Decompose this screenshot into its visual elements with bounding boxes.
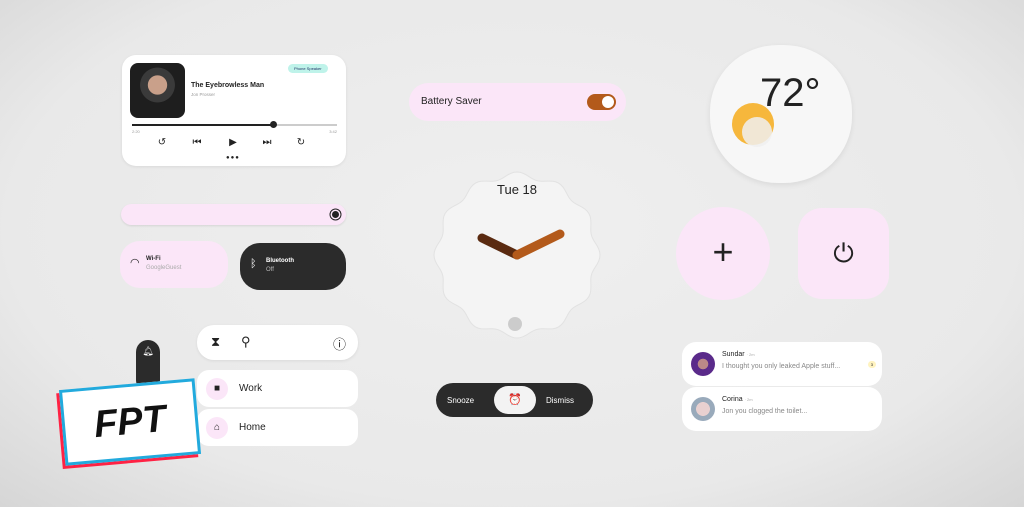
avatar — [691, 352, 715, 376]
power-icon: ⏻ — [833, 238, 854, 268]
briefcase-icon: ■ — [206, 378, 228, 400]
output-device-chip[interactable]: Phone Speaker — [288, 64, 328, 73]
seek-progress — [132, 124, 274, 126]
notification-message: Jon you clogged the toilet... — [722, 408, 808, 415]
shortcut-label: Home — [239, 422, 266, 433]
add-button[interactable]: + — [676, 207, 770, 300]
duration: 3:42 — [329, 129, 337, 134]
info-icon[interactable]: ⓘ — [333, 334, 346, 353]
replay-icon[interactable]: ↺ — [155, 137, 169, 148]
forward-icon[interactable]: ↻ — [294, 137, 308, 148]
elapsed-time: 2:20 — [132, 129, 140, 134]
temperature: 72° — [760, 71, 821, 115]
skip-next-icon[interactable]: ⏭ — [260, 137, 274, 148]
bluetooth-tile[interactable]: ᛒ Bluetooth Off — [240, 243, 346, 290]
logo-text: FPT — [92, 397, 168, 447]
notification-item[interactable]: Sundar · 2m I thought you only leaked Ap… — [682, 342, 882, 386]
dismiss-button[interactable]: Dismiss — [546, 396, 574, 405]
notification-message: I thought you only leaked Apple stuff... — [722, 363, 841, 370]
shortcut-work[interactable]: ■ Work — [197, 370, 358, 407]
bluetooth-icon: ᛒ — [250, 258, 257, 270]
sender-name: Corina — [722, 396, 743, 403]
alarm-bar: Snooze ⏰ Dismiss — [436, 383, 593, 417]
clock-widget: Tue 18 — [433, 171, 601, 339]
play-icon[interactable]: ▶ — [226, 137, 240, 148]
quick-toolbar: ⧗ ⚲ ⓘ — [197, 325, 358, 360]
home-icon: ⌂ — [206, 417, 228, 439]
brightness-slider[interactable] — [121, 204, 346, 225]
shortcut-label: Work — [239, 383, 263, 394]
alarm-clock-icon: ⏰ — [494, 386, 536, 414]
notification-time: 2m — [747, 397, 753, 402]
track-title: The Eyebrowless Man — [191, 82, 265, 89]
wifi-label: Wi-Fi — [146, 256, 161, 262]
clock-date: Tue 18 — [497, 182, 537, 197]
snooze-button[interactable]: Snooze — [447, 396, 474, 405]
wifi-tile[interactable]: ◠ Wi-Fi GoogleGuest — [120, 241, 228, 288]
clock-dot — [508, 317, 522, 331]
battery-saver-label: Battery Saver — [421, 96, 482, 107]
slider-handle[interactable] — [332, 211, 339, 218]
notification-item[interactable]: Corina · 2m Jon you clogged the toilet..… — [682, 387, 882, 431]
avatar — [691, 397, 715, 421]
bluetooth-status: Off — [266, 267, 274, 273]
wifi-status: GoogleGuest — [146, 265, 182, 271]
plus-icon: + — [712, 231, 734, 272]
bluetooth-label: Bluetooth — [266, 258, 294, 264]
count-badge[interactable]: 3 — [867, 361, 876, 368]
battery-saver-toggle-row[interactable]: Battery Saver — [409, 83, 626, 121]
seek-bar[interactable] — [132, 121, 337, 128]
power-button[interactable]: ⏻ — [798, 208, 889, 299]
cloud-icon — [742, 117, 772, 147]
pin-icon[interactable]: ⚲ — [241, 334, 251, 350]
wifi-icon: ◠ — [130, 257, 140, 269]
weather-widget[interactable]: 72° — [710, 45, 852, 183]
battery-saver-switch[interactable] — [587, 94, 616, 110]
skip-previous-icon[interactable]: ⏮ — [190, 137, 204, 148]
sender-name: Sundar — [722, 351, 745, 358]
hourglass-icon[interactable]: ⧗ — [211, 334, 220, 350]
track-artist: Jon Prosser — [191, 92, 216, 97]
seek-handle[interactable] — [270, 121, 278, 128]
page-dots: ●●● — [226, 155, 240, 161]
notification-time: 2m — [748, 352, 755, 357]
media-player-card: The Eyebrowless Man Jon Prosser Phone Sp… — [122, 55, 346, 166]
shortcut-home[interactable]: ⌂ Home — [197, 409, 358, 446]
bell-icon: 🔔︎ — [142, 346, 154, 356]
album-art — [130, 63, 185, 118]
fpt-logo: FPT — [58, 378, 202, 466]
